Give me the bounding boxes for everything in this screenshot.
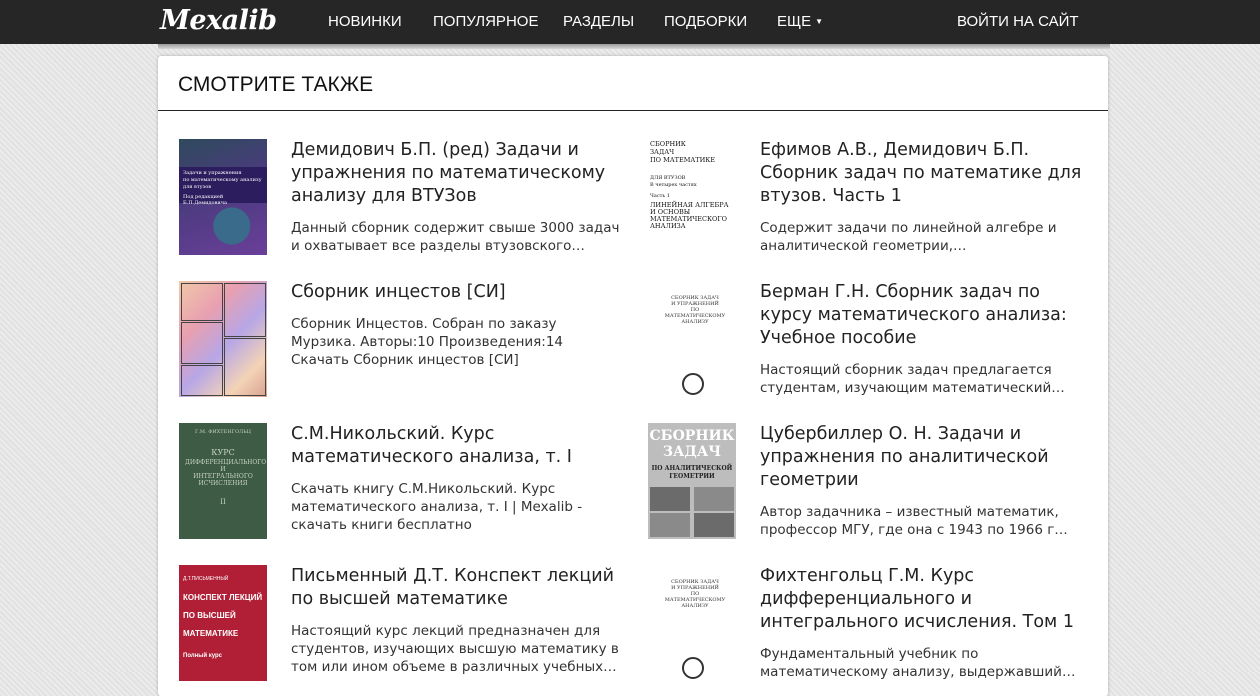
cover-figure bbox=[650, 513, 690, 537]
cover-figure bbox=[650, 487, 690, 511]
cover-text: АНАЛИЗА bbox=[650, 222, 686, 230]
book-description: Настоящий курс лекций предназначен для с… bbox=[291, 623, 619, 675]
cover-figure bbox=[694, 487, 734, 511]
cover-text: СБОРНИК bbox=[649, 428, 735, 444]
comic-panel bbox=[181, 322, 223, 364]
cover-text: КОНСПЕКТ ЛЕКЦИЙ bbox=[183, 593, 263, 602]
cover-text: Под редакцией Б.П.Демидовича bbox=[183, 194, 227, 206]
book-item: Г.М. ФИХТЕНГОЛЬЦ КУРС ДИФФЕРЕНЦИАЛЬНОГО … bbox=[179, 423, 619, 553]
book-cover[interactable] bbox=[179, 281, 267, 397]
section-divider bbox=[158, 110, 1108, 111]
book-title-link[interactable]: Берман Г.Н. Сборник задач по курсу матем… bbox=[760, 281, 1090, 350]
cover-text: Г.М. ФИХТЕНГОЛЬЦ bbox=[195, 429, 251, 435]
nav-shadow bbox=[158, 44, 1110, 49]
cover-text: АНАЛИЗУ bbox=[681, 319, 709, 325]
cover-text: Полный курс bbox=[183, 653, 223, 659]
nav-item-new[interactable]: НОВИНКИ bbox=[328, 0, 402, 44]
nav-item-more[interactable]: ЕЩЕ ▼ bbox=[777, 0, 823, 44]
book-title-link[interactable]: Ефимов А.В., Демидович Б.П. Сборник зада… bbox=[760, 139, 1090, 208]
book-description: Настоящий сборник задач предлагается сту… bbox=[760, 362, 1052, 396]
nav-item-collections[interactable]: ПОДБОРКИ bbox=[664, 0, 747, 44]
nav-item-more-label: ЕЩЕ bbox=[777, 13, 812, 30]
book-description: Содержит задачи по линейной алгебре и ан… bbox=[760, 220, 1057, 254]
cover-text: ПО ВЫСШЕЙ bbox=[183, 611, 236, 620]
section-title: СМОТРИТЕ ТАКЖЕ bbox=[178, 73, 374, 96]
cover-text: МАТЕМАТИКЕ bbox=[183, 629, 239, 638]
cover-text: ИСЧИСЛЕНИЯ bbox=[198, 480, 248, 487]
cover-text: И bbox=[220, 466, 226, 473]
cover-text: ПО МАТЕМАТИКЕ bbox=[650, 156, 716, 164]
book-title-link[interactable]: С.М.Никольский. Курс математического ана… bbox=[291, 423, 621, 469]
book-title-link[interactable]: Цубербиллер О. Н. Задачи и упражнения по… bbox=[760, 423, 1090, 492]
book-description: Скачать книгу С.М.Никольский. Курс матем… bbox=[291, 481, 583, 533]
book-item: Задачи и упражнения по математическому а… bbox=[179, 139, 619, 269]
book-description: Автор задачника – известный математик, п… bbox=[760, 504, 1068, 538]
book-title-link[interactable]: Фихтенгольц Г.М. Курс дифференциального … bbox=[760, 565, 1090, 634]
book-title-link[interactable]: Сборник инцестов [СИ] bbox=[291, 281, 621, 304]
book-item: СБОРНИК ЗАДАЧ И УПРАЖНЕНИЙ ПО МАТЕМАТИЧЕ… bbox=[648, 281, 1088, 411]
book-item: Д.Т.ПИСЬМЕННЫЙ КОНСПЕКТ ЛЕКЦИЙ ПО ВЫСШЕЙ… bbox=[179, 565, 619, 695]
book-cover[interactable]: Г.М. ФИХТЕНГОЛЬЦ КУРС ДИФФЕРЕНЦИАЛЬНОГО … bbox=[179, 423, 267, 539]
cover-text: II bbox=[220, 498, 226, 506]
cover-text: для втузов bbox=[183, 184, 212, 190]
nav-item-sections[interactable]: РАЗДЕЛЫ bbox=[563, 0, 634, 44]
comic-panel bbox=[224, 283, 266, 337]
nav-item-popular[interactable]: ПОПУЛЯРНОЕ bbox=[433, 0, 538, 44]
book-item: СБОРНИК ЗАДАЧ И УПРАЖНЕНИЙ ПО МАТЕМАТИЧЕ… bbox=[648, 565, 1088, 695]
cover-text: ГЕОМЕТРИИ bbox=[669, 473, 715, 480]
cover-text: ДИФФЕРЕНЦИАЛЬНОГО bbox=[185, 459, 267, 466]
comic-panel bbox=[224, 338, 266, 396]
book-cover[interactable]: СБОРНИК ЗАДАЧ И УПРАЖНЕНИЙ ПО МАТЕМАТИЧЕ… bbox=[648, 281, 736, 397]
book-description: Сборник Инцестов. Собран по заказу Мурзи… bbox=[291, 316, 564, 368]
book-title-link[interactable]: Демидович Б.П. (ред) Задачи и упражнения… bbox=[291, 139, 621, 208]
cover-text: ИНТЕГРАЛЬНОГО bbox=[193, 473, 253, 480]
cover-text: ПО АНАЛИТИЧЕСКОЙ bbox=[651, 465, 733, 472]
comic-panel bbox=[181, 365, 223, 396]
cover-figure bbox=[694, 513, 734, 537]
site-logo[interactable]: Mexalib bbox=[160, 4, 277, 38]
publisher-logo-icon bbox=[682, 657, 704, 679]
cover-text: ЗАДАЧ bbox=[662, 444, 722, 460]
book-cover[interactable]: Задачи и упражнения по математическому а… bbox=[179, 139, 267, 255]
book-description: Фундаментальный учебник по математическо… bbox=[760, 646, 1062, 680]
book-title-link[interactable]: Письменный Д.Т. Конспект лекций по высше… bbox=[291, 565, 621, 611]
cover-text: КУРС bbox=[211, 448, 235, 457]
see-also-panel: СМОТРИТЕ ТАКЖЕ Задачи и упражнения по ма… bbox=[158, 56, 1108, 696]
caret-down-icon: ▼ bbox=[815, 17, 823, 26]
login-link[interactable]: ВОЙТИ НА САЙТ bbox=[957, 0, 1079, 44]
cover-text: Часть 1 bbox=[650, 193, 670, 199]
book-cover[interactable]: Д.Т.ПИСЬМЕННЫЙ КОНСПЕКТ ЛЕКЦИЙ ПО ВЫСШЕЙ… bbox=[179, 565, 267, 681]
book-cover[interactable]: СБОРНИК ЗАДАЧ И УПРАЖНЕНИЙ ПО МАТЕМАТИЧЕ… bbox=[648, 565, 736, 681]
cover-text: Задачи и упражнения bbox=[183, 170, 242, 176]
comic-panel bbox=[181, 283, 223, 321]
book-cover[interactable]: СБОРНИК ЗАДАЧ ПО АНАЛИТИЧЕСКОЙ ГЕОМЕТРИИ bbox=[648, 423, 736, 539]
book-item: СБОРНИК ЗАДАЧ ПО МАТЕМАТИКЕ ДЛЯ ВТУЗОВ В… bbox=[648, 139, 1088, 269]
book-description: Данный сборник содержит свыше 3000 задач… bbox=[291, 220, 620, 254]
book-item: Сборник инцестов [СИ] Сборник Инцестов. … bbox=[179, 281, 619, 411]
book-item: СБОРНИК ЗАДАЧ ПО АНАЛИТИЧЕСКОЙ ГЕОМЕТРИИ… bbox=[648, 423, 1088, 553]
publisher-logo-icon bbox=[682, 373, 704, 395]
cover-text: Д.Т.ПИСЬМЕННЫЙ bbox=[183, 576, 229, 582]
cover-text: АНАЛИЗУ bbox=[681, 603, 709, 609]
top-nav-bar: Mexalib НОВИНКИ ПОПУЛЯРНОЕ РАЗДЕЛЫ ПОДБО… bbox=[0, 0, 1260, 44]
cover-text: по математическому анализу bbox=[183, 177, 262, 183]
cover-text: В четырех частях bbox=[650, 182, 697, 188]
book-cover[interactable]: СБОРНИК ЗАДАЧ ПО МАТЕМАТИКЕ ДЛЯ ВТУЗОВ В… bbox=[648, 139, 736, 255]
